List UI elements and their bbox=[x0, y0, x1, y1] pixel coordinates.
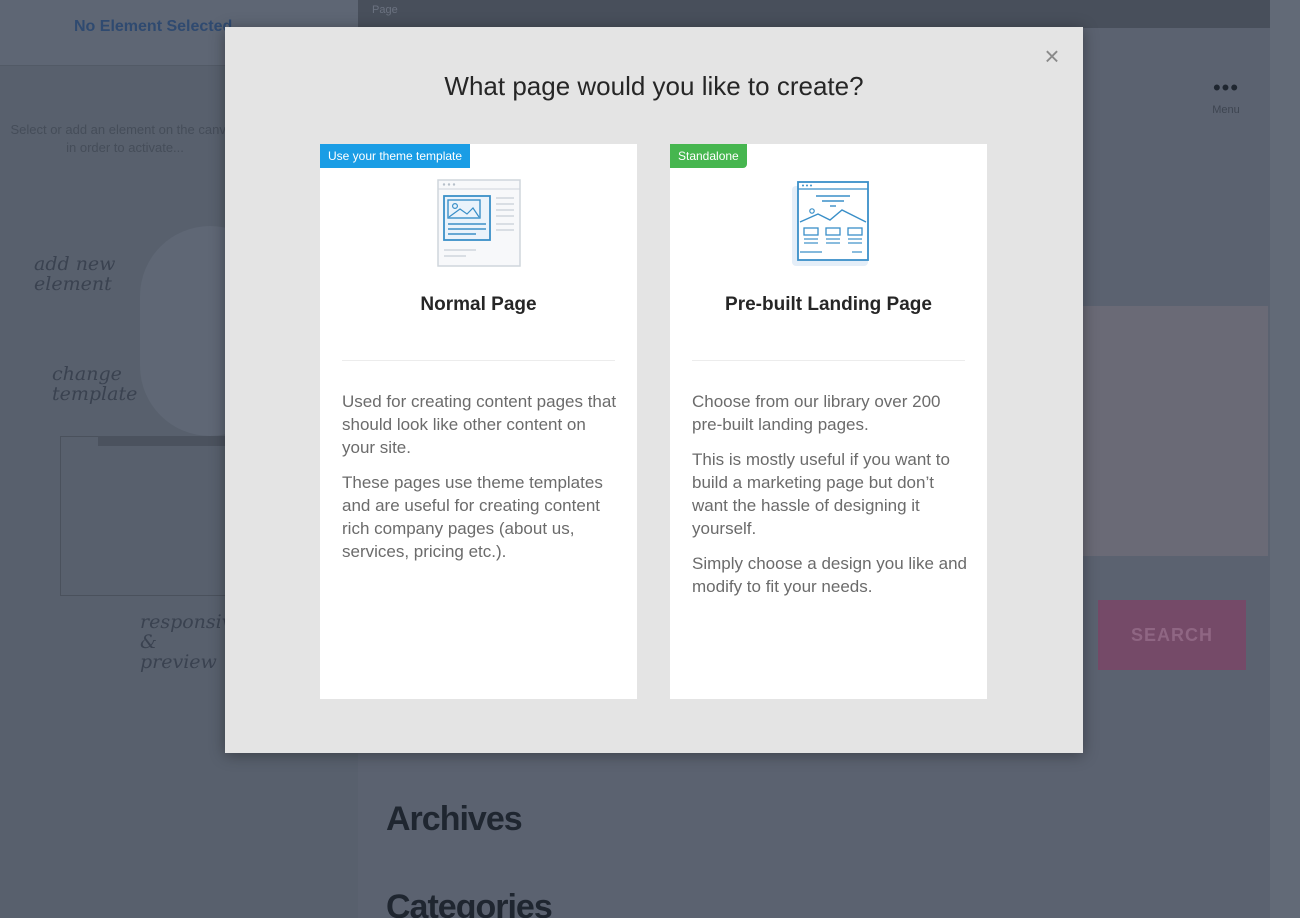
card-divider bbox=[342, 360, 615, 361]
preview-frame-illustration bbox=[60, 436, 230, 596]
description-paragraph: Choose from our library over 200 pre-bui… bbox=[692, 392, 941, 434]
top-bar-label: Page bbox=[372, 4, 398, 16]
landing-page-description: Choose from our library over 200 pre-bui… bbox=[692, 390, 969, 610]
menu-button[interactable]: ••• Menu bbox=[1196, 75, 1256, 117]
standalone-badge: Standalone bbox=[670, 144, 747, 168]
editor-top-bar bbox=[358, 0, 1270, 28]
description-paragraph: This is mostly useful if you want to bui… bbox=[692, 450, 950, 538]
landing-page-title: Pre-built Landing Page bbox=[725, 294, 932, 315]
more-dots-icon: ••• bbox=[1212, 75, 1240, 100]
landing-page-icon bbox=[670, 178, 987, 268]
page-layout-icon bbox=[320, 178, 637, 268]
description-paragraph: Simply choose a design you like and modi… bbox=[692, 554, 967, 596]
annotation-responsive: responsive & preview bbox=[140, 612, 230, 672]
modal-title: What page would you like to create? bbox=[444, 71, 864, 101]
widget-title-categories: Categories bbox=[386, 888, 553, 918]
preview-frame-bar bbox=[98, 436, 230, 446]
annotation-add-element: add new element bbox=[34, 253, 116, 295]
canvas-content-block bbox=[1082, 306, 1268, 556]
menu-label: Menu bbox=[1212, 104, 1240, 116]
normal-page-description: Used for creating content pages that sho… bbox=[342, 390, 619, 575]
editor-right-toolbar bbox=[1270, 0, 1300, 918]
theme-template-badge: Use your theme template bbox=[320, 144, 471, 168]
normal-page-title: Normal Page bbox=[420, 294, 537, 315]
widget-title-archives: Archives bbox=[386, 800, 523, 838]
card-divider bbox=[692, 360, 965, 361]
landing-page-option[interactable]: Standalone Pre-built Landing Page Choose… bbox=[670, 144, 987, 699]
annotation-change-template: change template bbox=[52, 363, 138, 405]
description-paragraph: Used for creating content pages that sho… bbox=[342, 392, 617, 457]
create-page-modal: What page would you like to create? × Us… bbox=[225, 27, 1083, 753]
sidebar-hint-text: Select or add an element on the canvas i… bbox=[10, 122, 240, 155]
sidebar-title: No Element Selected bbox=[74, 18, 233, 35]
description-paragraph: These pages use theme templates and are … bbox=[342, 473, 603, 561]
normal-page-option[interactable]: Use your theme template Normal Page Used… bbox=[320, 144, 637, 699]
search-button[interactable]: SEARCH bbox=[1098, 600, 1246, 670]
close-icon[interactable]: × bbox=[1039, 43, 1065, 69]
